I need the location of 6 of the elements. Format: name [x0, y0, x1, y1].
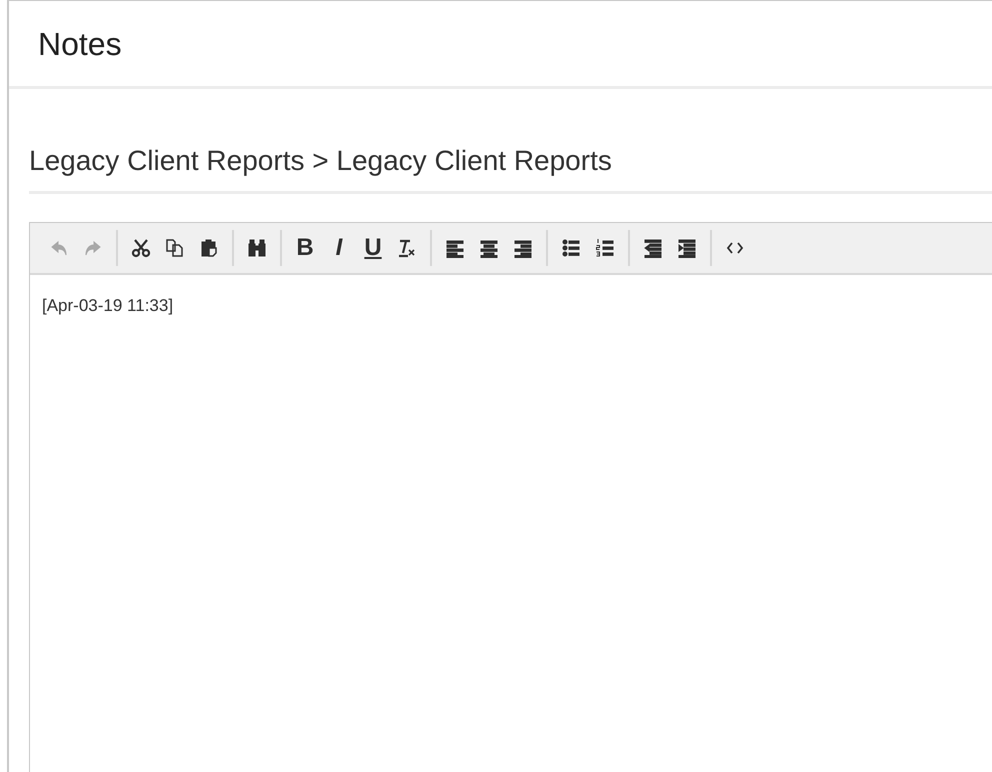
underline-button[interactable]: U	[356, 231, 390, 265]
italic-button[interactable]: I	[322, 231, 356, 265]
editor-text: [Apr-03-19 11:33]	[42, 295, 174, 317]
breadcrumb: Legacy Client Reports > Legacy Client Reports	[29, 144, 613, 178]
page-title: Notes	[38, 24, 122, 64]
bold-button[interactable]: B	[288, 231, 322, 265]
